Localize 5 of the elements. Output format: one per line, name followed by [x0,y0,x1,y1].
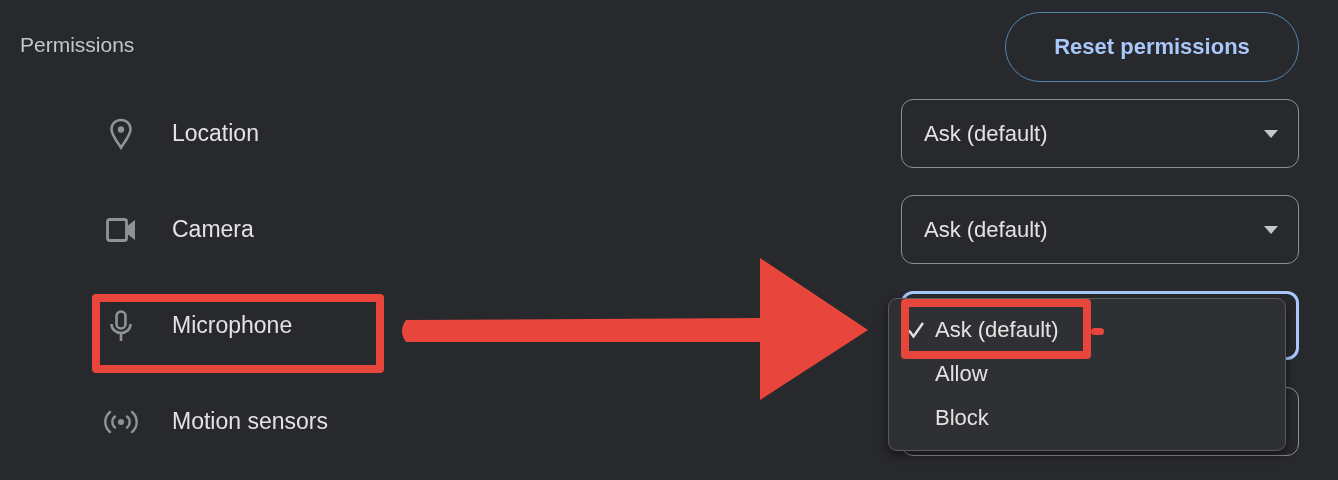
permission-label: Camera [172,216,255,243]
permission-label: Microphone [172,312,294,339]
permission-label: Location [172,120,260,147]
permission-label: Motion sensors [172,408,329,435]
section-title: Permissions [20,33,135,57]
